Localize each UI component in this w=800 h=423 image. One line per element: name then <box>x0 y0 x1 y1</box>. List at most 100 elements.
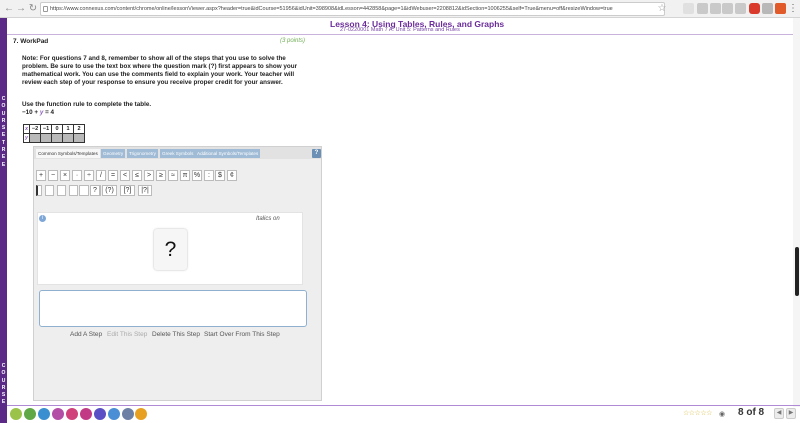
tool-icon[interactable] <box>24 408 36 420</box>
table-empty-cell <box>40 133 52 143</box>
connection-icon: ◉ <box>719 411 726 418</box>
table-empty-cell <box>73 133 85 143</box>
symbol-button[interactable]: + <box>36 170 46 181</box>
scrollbar-track[interactable] <box>793 18 800 407</box>
edit-step-button[interactable]: Edit This Step <box>107 331 147 338</box>
template-button[interactable]: [?] <box>120 185 135 196</box>
prev-page-button[interactable]: ◀ <box>774 408 784 419</box>
course-tree-label[interactable]: C O U R S E T R E E <box>0 96 7 169</box>
template-button[interactable]: (?) <box>102 185 117 196</box>
template-root[interactable] <box>79 185 89 196</box>
page-count: 8 of 8 <box>738 407 765 418</box>
math-editor: Common Symbols/Templates Geometry Trigon… <box>33 146 322 401</box>
symbol-button[interactable]: ÷ <box>84 170 94 181</box>
tab-geometry[interactable]: Geometry <box>101 149 126 158</box>
comments-field[interactable] <box>39 290 307 327</box>
youtube-icon[interactable] <box>749 3 760 14</box>
symbol-button[interactable]: × <box>60 170 70 181</box>
header-divider <box>7 34 800 35</box>
scrollbar-thumb[interactable] <box>795 247 799 296</box>
delete-step-button[interactable]: Delete This Step <box>152 331 200 338</box>
table-cell: −2 <box>29 124 41 134</box>
symbol-button[interactable]: ≈ <box>168 170 178 181</box>
question-number: 7. WorkPad <box>13 38 49 45</box>
question-points: (3 points) <box>280 38 306 44</box>
template-button[interactable]: |?| <box>138 185 152 196</box>
rule-prefix: −10 + <box>22 109 40 116</box>
function-table: x −2 −1 0 1 2 y <box>23 124 85 143</box>
add-step-button[interactable]: Add A Step <box>70 331 102 338</box>
template-subscript[interactable] <box>36 185 42 196</box>
bookmark-star-icon[interactable]: ☆ <box>656 3 668 15</box>
tab-trigonometry[interactable]: Trigonometry <box>127 149 158 158</box>
tool-icon[interactable] <box>38 408 50 420</box>
symbol-button[interactable]: < <box>120 170 130 181</box>
symbol-button[interactable]: ≥ <box>156 170 166 181</box>
template-exponent[interactable] <box>57 185 66 196</box>
table-empty-cell <box>51 133 63 143</box>
start-over-button[interactable]: Start Over From This Step <box>204 331 280 338</box>
tab-greek-symbols[interactable]: Greek Symbols <box>160 149 196 158</box>
browser-toolbar: ← → ↻ https://www.connexus.com/content/c… <box>0 0 800 18</box>
editor-tabs: Common Symbols/Templates Geometry Trigon… <box>34 147 321 159</box>
lesson-subtitle: 27-0220001 Math 7 A: Unit 5: Patterns an… <box>340 27 460 33</box>
help-tool-icon[interactable] <box>135 408 147 420</box>
symbol-button[interactable]: π <box>180 170 190 181</box>
url-text: https://www.connexus.com/content/chrome/… <box>50 6 613 12</box>
help-button[interactable]: ? <box>312 149 321 158</box>
tool-icon[interactable] <box>108 408 120 420</box>
italics-toggle[interactable]: Italics on <box>256 216 280 222</box>
table-row-x: x −2 −1 0 1 2 <box>23 124 85 134</box>
forward-arrow-icon[interactable]: → <box>15 3 27 15</box>
tool-icon[interactable] <box>80 408 92 420</box>
symbol-button[interactable]: · <box>72 170 82 181</box>
symbol-button[interactable]: = <box>108 170 118 181</box>
symbol-button[interactable]: > <box>144 170 154 181</box>
function-rule: −10 + y = 4 <box>22 109 54 116</box>
next-page-button[interactable]: ▶ <box>786 408 796 419</box>
tool-icon[interactable] <box>52 408 64 420</box>
course-tree-sidebar[interactable]: C O U R S E T R E E C O U R S E <box>0 18 7 423</box>
tool-icon[interactable] <box>66 408 78 420</box>
tab-common-symbols[interactable]: Common Symbols/Templates <box>36 149 100 158</box>
symbol-button[interactable]: − <box>48 170 58 181</box>
table-cell: 2 <box>73 124 85 134</box>
info-icon[interactable]: i <box>39 215 46 222</box>
extension-icon[interactable] <box>722 3 733 14</box>
extension-icon[interactable] <box>683 3 694 14</box>
tool-icon[interactable] <box>94 408 106 420</box>
extension-icon[interactable] <box>697 3 708 14</box>
table-cell: 1 <box>62 124 74 134</box>
answer-placeholder[interactable]: ? <box>154 229 187 270</box>
table-cell: −1 <box>40 124 52 134</box>
extension-icon[interactable] <box>735 3 746 14</box>
lock-icon <box>43 6 48 12</box>
symbol-button[interactable]: % <box>192 170 202 181</box>
reload-icon[interactable]: ↻ <box>27 3 39 15</box>
tool-icon[interactable] <box>122 408 134 420</box>
question-direction: Use the function rule to complete the ta… <box>22 101 152 108</box>
template-mixed-number[interactable] <box>69 185 78 196</box>
menu-icon[interactable]: ⋮ <box>787 3 799 15</box>
table-row-y: y <box>23 133 85 143</box>
footer-divider <box>7 405 800 406</box>
symbol-button[interactable]: ≤ <box>132 170 142 181</box>
address-bar[interactable]: https://www.connexus.com/content/chrome/… <box>40 2 665 16</box>
rule-suffix: = 4 <box>43 109 55 116</box>
table-empty-cell <box>29 133 41 143</box>
rating-stars[interactable]: ☆☆☆☆☆ <box>683 409 712 417</box>
tool-icon[interactable] <box>10 408 22 420</box>
extension-icon[interactable] <box>775 3 786 14</box>
extension-icon[interactable] <box>762 3 773 14</box>
question-note: Note: For questions 7 and 8, remember to… <box>22 55 298 86</box>
symbol-button[interactable]: ¢ <box>227 170 237 181</box>
extension-icon[interactable] <box>710 3 721 14</box>
symbol-button[interactable]: $ <box>215 170 225 181</box>
back-arrow-icon[interactable]: ← <box>3 3 15 15</box>
course-label[interactable]: C O U R S E <box>0 363 7 407</box>
tab-additional-symbols[interactable]: Additional Symbols/Templates <box>195 149 261 158</box>
template-fraction[interactable] <box>45 185 54 196</box>
symbol-button[interactable]: : <box>204 170 214 181</box>
symbol-button[interactable]: / <box>96 170 106 181</box>
template-button[interactable]: ? <box>90 185 100 196</box>
